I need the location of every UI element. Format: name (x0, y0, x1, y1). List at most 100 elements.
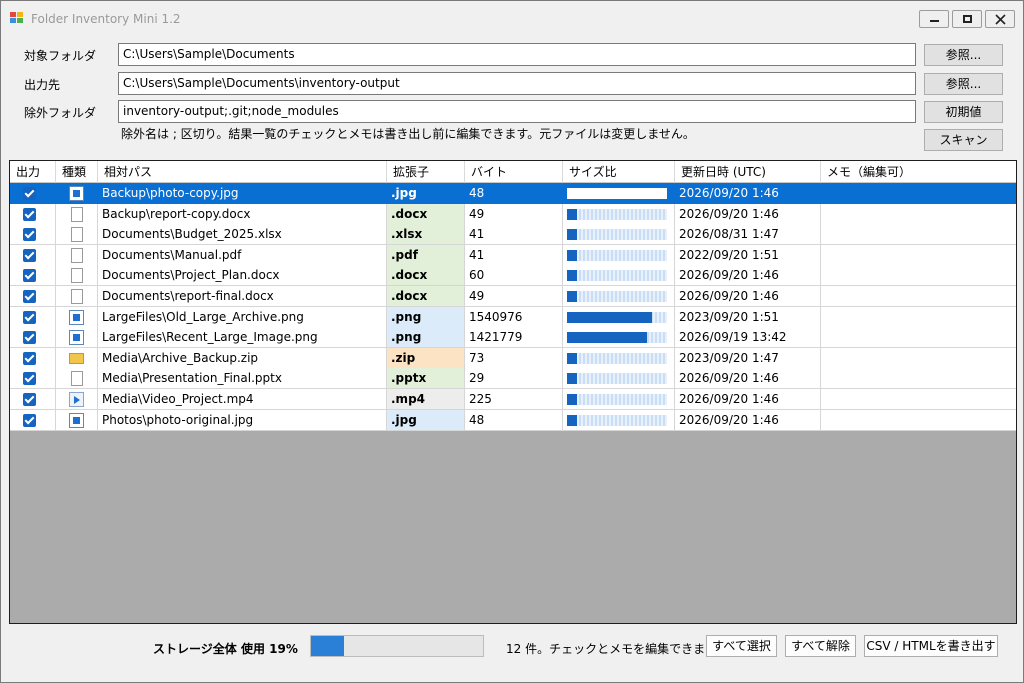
output-checkbox-cell (10, 203, 56, 225)
output-checkbox[interactable] (23, 372, 36, 386)
extension-cell: .docx (387, 203, 465, 225)
table-row[interactable]: Backup\report-copy.docx .docx 49 2026/09/20… (10, 203, 1016, 225)
column-header-modified[interactable]: 更新日時 (UTC) (675, 161, 821, 183)
bytes-cell: 1540976 (465, 306, 563, 328)
document-icon (71, 247, 83, 263)
output-checkbox[interactable] (23, 331, 36, 345)
output-checkbox[interactable] (23, 207, 36, 221)
extension-cell: .xlsx (387, 224, 465, 246)
size-ratio-fill (567, 394, 577, 405)
file-type-cell (56, 327, 98, 349)
size-ratio-bar (567, 291, 667, 302)
file-type-cell (56, 368, 98, 390)
memo-cell[interactable] (821, 224, 1016, 246)
output-checkbox[interactable] (23, 248, 36, 262)
output-checkbox-cell (10, 327, 56, 349)
size-ratio-fill (567, 291, 577, 302)
results-grid: 出力 種類 相対パス 拡張子 バイト サイズ比 更新日時 (UTC) メモ（編集… (9, 160, 1017, 624)
table-row[interactable]: Media\Presentation_Final.pptx .pptx 29 2026… (10, 368, 1016, 390)
relative-path-cell: Documents\report-final.docx (98, 286, 387, 307)
size-ratio-fill (567, 373, 577, 385)
column-header-output[interactable]: 出力 (10, 161, 56, 183)
modified-date-cell: 2026/09/20 1:46 (675, 409, 821, 431)
memo-cell[interactable] (821, 307, 1016, 328)
column-header-memo[interactable]: メモ（編集可） (821, 161, 1016, 183)
memo-cell[interactable] (821, 265, 1016, 287)
table-row[interactable]: Backup\photo-copy.jpg .jpg 48 2026/09/20 1:… (10, 183, 1016, 204)
reset-defaults-button[interactable]: 初期値 (924, 101, 1003, 123)
size-ratio-cell (563, 368, 675, 390)
size-ratio-bar (567, 270, 667, 282)
size-ratio-fill (567, 332, 647, 344)
output-folder-input[interactable]: C:\Users\Sample\Documents\inventory-outp… (118, 72, 916, 95)
browse-target-button[interactable]: 参照... (924, 44, 1003, 66)
exclude-folder-input[interactable]: inventory-output;.git;node_modules (118, 100, 916, 123)
output-checkbox[interactable] (23, 290, 36, 303)
table-row[interactable]: LargeFiles\Recent_Large_Image.png .png 142… (10, 327, 1016, 349)
output-checkbox[interactable] (23, 269, 36, 283)
column-header-path[interactable]: 相対パス (98, 161, 387, 183)
output-checkbox-cell (10, 224, 56, 246)
extension-cell: .jpg (387, 183, 465, 204)
scan-button[interactable]: スキャン (924, 129, 1003, 151)
output-checkbox[interactable] (23, 310, 36, 324)
column-header-extension[interactable]: 拡張子 (387, 161, 465, 183)
storage-progress-bar (310, 635, 484, 657)
memo-cell[interactable] (821, 245, 1016, 266)
table-row[interactable]: Media\Archive_Backup.zip .zip 73 2023/09/20… (10, 347, 1016, 369)
select-all-button[interactable]: すべて選択 (706, 635, 777, 657)
column-header-type[interactable]: 種類 (56, 161, 98, 183)
memo-cell[interactable] (821, 368, 1016, 390)
close-button[interactable] (985, 10, 1015, 28)
target-folder-input[interactable]: C:\Users\Sample\Documents (118, 43, 916, 66)
table-row[interactable]: Documents\Budget_2025.xlsx .xlsx 41 2026/08… (10, 224, 1016, 246)
maximize-button[interactable] (952, 10, 982, 28)
memo-cell[interactable] (821, 183, 1016, 204)
table-row[interactable]: Photos\photo-original.jpg .jpg 48 2026/09/2… (10, 409, 1016, 431)
size-ratio-fill (567, 414, 577, 426)
memo-cell[interactable] (821, 348, 1016, 369)
extension-cell: .mp4 (387, 389, 465, 410)
output-checkbox[interactable] (23, 393, 36, 406)
document-icon (71, 268, 83, 284)
bytes-cell: 49 (465, 286, 563, 307)
minimize-button[interactable] (919, 10, 949, 28)
extension-cell: .png (387, 306, 465, 328)
table-row[interactable]: Documents\Project_Plan.docx .docx 60 2026/0… (10, 265, 1016, 287)
size-ratio-bar (567, 414, 667, 426)
relative-path-cell: LargeFiles\Recent_Large_Image.png (98, 327, 387, 349)
title-bar: Folder Inventory Mini 1.2 (1, 1, 1023, 35)
extension-cell: .png (387, 327, 465, 349)
table-row[interactable]: Documents\report-final.docx .docx 49 2026/0… (10, 286, 1016, 307)
memo-cell[interactable] (821, 204, 1016, 225)
output-checkbox-cell (10, 368, 56, 390)
relative-path-cell: Backup\photo-copy.jpg (98, 183, 387, 204)
memo-cell[interactable] (821, 389, 1016, 410)
memo-cell[interactable] (821, 410, 1016, 431)
table-row[interactable]: LargeFiles\Old_Large_Archive.png .png 1540… (10, 306, 1016, 328)
table-row[interactable]: Media\Video_Project.mp4 .mp4 225 2026/09/20… (10, 389, 1016, 410)
relative-path-cell: Media\Video_Project.mp4 (98, 389, 387, 410)
size-ratio-bar (567, 373, 667, 385)
relative-path-cell: Media\Presentation_Final.pptx (98, 368, 387, 390)
extension-cell: .jpg (387, 409, 465, 431)
exclude-folder-label: 除外フォルダ (24, 106, 97, 120)
export-csv-html-button[interactable]: CSV / HTMLを書き出す (864, 635, 998, 657)
size-ratio-bar (567, 208, 667, 220)
modified-date-cell: 2023/09/20 1:51 (675, 306, 821, 328)
browse-output-button[interactable]: 参照... (924, 73, 1003, 95)
size-ratio-fill (567, 311, 652, 323)
size-ratio-cell (563, 327, 675, 349)
output-checkbox[interactable] (23, 413, 36, 427)
output-checkbox[interactable] (23, 187, 36, 200)
memo-cell[interactable] (821, 327, 1016, 349)
output-checkbox[interactable] (23, 228, 36, 242)
bytes-cell: 29 (465, 368, 563, 390)
table-row[interactable]: Documents\Manual.pdf .pdf 41 2022/09/20 1:5… (10, 244, 1016, 266)
deselect-all-button[interactable]: すべて解除 (785, 635, 856, 657)
memo-cell[interactable] (821, 286, 1016, 307)
bytes-cell: 49 (465, 203, 563, 225)
column-header-bytes[interactable]: バイト (465, 161, 563, 183)
output-checkbox[interactable] (23, 351, 36, 365)
column-header-size-ratio[interactable]: サイズ比 (563, 161, 675, 183)
